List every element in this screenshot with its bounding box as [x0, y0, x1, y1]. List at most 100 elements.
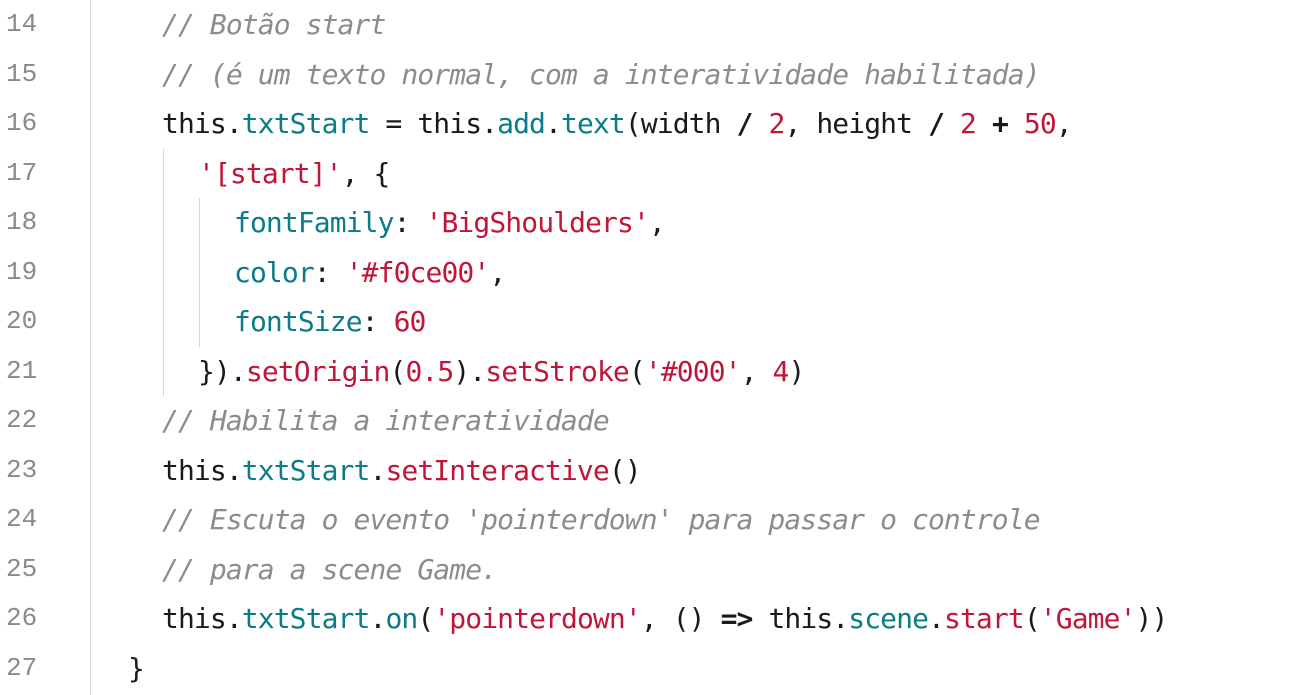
code-token-plain: , () — [640, 602, 721, 635]
code-token-num: 0.5 — [405, 354, 454, 388]
code-token-prop: txtStart — [241, 453, 371, 487]
code-line[interactable]: 26 this.txtStart.on('pointerdown', () => … — [0, 594, 1315, 644]
code-token-num: 60 — [393, 305, 427, 338]
code-token-prop: fontFamily — [234, 206, 394, 239]
code-token-plain: ( — [1023, 602, 1041, 635]
code-line[interactable]: 25 // para a scene Game. — [0, 545, 1315, 595]
line-number: 17 — [6, 157, 38, 188]
code-token-op: / — [928, 107, 945, 140]
code-token-num: 50 — [1023, 107, 1057, 140]
code-token-prop: fontSize — [234, 305, 363, 338]
line-code: } — [128, 644, 145, 694]
code-token-plain: (width — [624, 107, 737, 140]
line-code: // Escuta o evento 'pointerdown' para pa… — [162, 495, 1041, 545]
code-token-plain: () — [608, 453, 642, 487]
line-number: 24 — [6, 504, 38, 534]
code-token-plain: : — [393, 206, 426, 239]
code-line[interactable]: 14 // Botão start — [0, 0, 1315, 50]
code-line[interactable]: 17 '[start]', { — [0, 149, 1315, 199]
code-token-prop: text — [560, 107, 626, 140]
code-token-plain: ) — [788, 354, 806, 388]
code-line[interactable]: 20 fontSize: 60 — [0, 297, 1315, 347]
line-number: 18 — [6, 207, 38, 237]
code-token-plain: )) — [1135, 602, 1169, 635]
code-token-plain: . — [369, 602, 386, 635]
code-line[interactable]: 21}).setOrigin(0.5).setStroke('#000', 4) — [0, 347, 1315, 397]
code-token-plain: ( — [389, 354, 407, 388]
code-line[interactable]: 22 // Habilita a interatividade — [0, 396, 1315, 446]
code-token-prop: on — [385, 602, 418, 635]
code-token-cmt: // para a scene Game. — [162, 552, 498, 586]
code-token-cmt: // (é um texto normal, com a interativid… — [162, 57, 1041, 91]
code-line[interactable]: 18 fontFamily: 'BigShoulders', — [0, 198, 1315, 248]
line-number: 25 — [6, 553, 38, 584]
line-code: // Botão start — [162, 0, 386, 50]
line-number: 14 — [6, 9, 38, 39]
code-token-cmt: // Habilita a interatividade — [162, 404, 610, 437]
code-token-plain: ). — [453, 354, 486, 388]
code-line[interactable]: 15 // (é um texto normal, com a interativ… — [0, 50, 1315, 100]
code-token-cmt: // Escuta o evento 'pointerdown' para pa… — [162, 503, 1041, 536]
code-token-str: 'pointerdown' — [433, 602, 641, 635]
code-token-num: 4 — [772, 354, 790, 388]
code-token-op: / — [736, 107, 754, 140]
code-line[interactable]: 23 this.txtStart.setInteractive() — [0, 446, 1315, 496]
line-code: '[start]', { — [198, 149, 390, 199]
code-token-plain: this. — [162, 602, 243, 635]
code-token-plain: , — [489, 255, 506, 289]
line-number: 15 — [6, 58, 38, 89]
line-number: 16 — [6, 108, 38, 138]
code-token-plain: this. — [752, 602, 849, 635]
code-token-plain: , — [1055, 107, 1073, 140]
code-token-plain: , — [740, 354, 773, 388]
code-token-plain: : — [313, 255, 346, 289]
code-token-cmt: // Botão start — [162, 8, 386, 41]
code-line[interactable]: 19 color: '#f0ce00', — [0, 248, 1315, 298]
code-token-str: setInteractive — [385, 453, 609, 487]
line-code: // Habilita a interatividade — [162, 396, 610, 446]
code-token-plain: ( — [628, 354, 646, 388]
code-token-op: => — [720, 602, 754, 635]
code-token-str: 'Game' — [1039, 602, 1137, 635]
code-editor[interactable]: 14 // Botão start 15 // (é um texto normal,… — [0, 0, 1315, 695]
line-code: fontFamily: 'BigShoulders', — [234, 198, 666, 248]
code-token-num: 2 — [768, 107, 785, 140]
line-code: // para a scene Game. — [162, 545, 498, 595]
code-token-str: '[start]' — [198, 156, 343, 190]
code-token-plain: } — [128, 651, 145, 685]
code-token-str: '#f0ce00' — [345, 255, 491, 289]
code-token-plain: , — [648, 206, 666, 239]
code-token-str: setStroke — [485, 354, 630, 388]
line-code: // (é um texto normal, com a interativid… — [162, 50, 1041, 100]
code-token-op: + — [991, 107, 1009, 140]
line-code: this.txtStart.on('pointerdown', () => th… — [162, 594, 1169, 644]
code-token-prop: txtStart — [241, 107, 371, 140]
code-line[interactable]: 24 // Escuta o evento 'pointerdown' para … — [0, 495, 1315, 545]
line-number: 21 — [6, 355, 38, 386]
line-number: 20 — [6, 306, 38, 336]
code-line[interactable]: 27} — [0, 644, 1315, 694]
code-token-str: setOrigin — [245, 354, 391, 388]
code-token-plain: ( — [417, 602, 434, 635]
code-token-prop: color — [234, 255, 315, 289]
code-token-plain: this. — [162, 453, 243, 487]
code-token-str: 'BigShoulders' — [425, 206, 650, 239]
code-token-str: '#000' — [644, 354, 742, 388]
code-token-prop: scene — [848, 602, 929, 635]
line-code: this.txtStart = this.add.text(width / 2,… — [162, 99, 1073, 149]
line-code: color: '#f0ce00', — [234, 248, 506, 298]
line-number: 27 — [6, 652, 38, 683]
code-line[interactable]: 16 this.txtStart = this.add.text(width / … — [0, 99, 1315, 149]
line-code: }).setOrigin(0.5).setStroke('#000', 4) — [198, 347, 806, 397]
code-token-plain: = this. — [369, 107, 498, 140]
line-number: 22 — [6, 405, 38, 435]
line-number: 26 — [6, 603, 38, 633]
code-token-plain: . — [545, 107, 562, 140]
code-token-plain: . — [928, 602, 945, 635]
code-token-plain: , { — [341, 156, 391, 190]
line-number: 23 — [6, 454, 38, 485]
line-code: this.txtStart.setInteractive() — [162, 446, 642, 496]
